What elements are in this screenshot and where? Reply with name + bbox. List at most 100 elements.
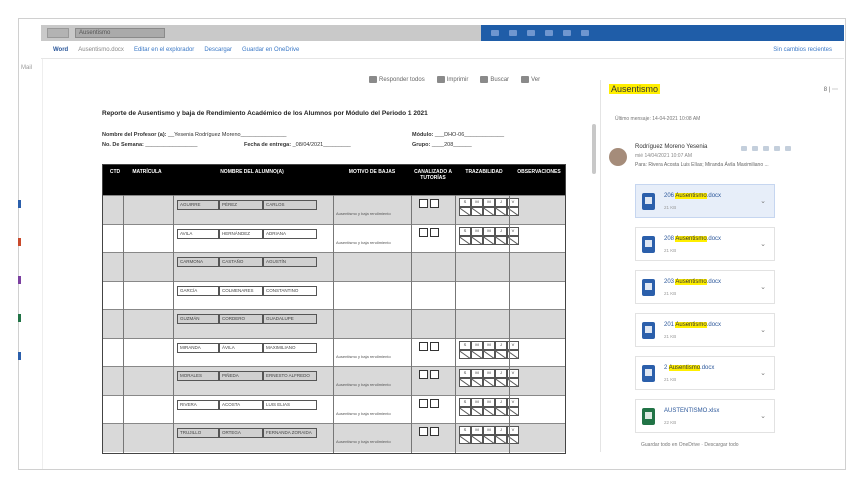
chevron-down-icon[interactable]: ⌄ xyxy=(760,369,766,377)
mail-nav-item[interactable]: Mail xyxy=(19,59,42,77)
grupo-line: Grupo: ____208______ xyxy=(412,142,472,148)
gear-icon[interactable] xyxy=(545,30,553,36)
grid-day-label: M xyxy=(483,226,495,236)
document-page: Reporte de Ausentismo y baja de Rendimie… xyxy=(96,98,581,454)
apellido-materno: ÁVILA xyxy=(219,342,263,353)
checkbox xyxy=(419,341,428,351)
reply-all-icon[interactable] xyxy=(763,146,769,151)
print-button[interactable]: Imprimir xyxy=(436,76,468,83)
col-trazabilidad: TRAZABILIDAD xyxy=(465,169,503,175)
reply-icon[interactable] xyxy=(752,146,758,151)
title-bar: Ausentismo xyxy=(41,25,844,41)
grid-day-label: M xyxy=(483,397,495,407)
grid-cell xyxy=(471,378,483,387)
message-actions xyxy=(741,146,791,151)
attachment-card[interactable]: 208 Ausentismo.docx 21 KB ⌄ xyxy=(635,227,775,261)
apellido-paterno: RIVERA xyxy=(177,399,219,410)
grid-day-label: M xyxy=(471,369,483,378)
avatar[interactable] xyxy=(581,30,589,36)
grid-cell xyxy=(459,406,471,416)
chevron-down-icon[interactable]: ⌄ xyxy=(760,326,766,334)
more-icon[interactable] xyxy=(785,146,791,151)
checkbox xyxy=(430,227,439,237)
marker xyxy=(18,314,21,322)
document-scrollbar[interactable] xyxy=(592,124,596,174)
nombres: CARLOS xyxy=(263,200,317,210)
attachment-card[interactable]: 203 Ausentismo.docx 21 KB ⌄ xyxy=(635,270,775,304)
search-box[interactable]: Ausentismo xyxy=(75,28,165,38)
canalizado-checkboxes xyxy=(419,427,439,436)
grid-cell xyxy=(495,435,507,444)
semana-line: No. De Semana: _________________ xyxy=(102,142,198,148)
recipients: Para: Rivera Acosta Luis Elías; Miranda … xyxy=(635,162,769,168)
col-ctd: CTD xyxy=(109,169,121,175)
word-file-icon xyxy=(642,193,655,210)
attachment-size: 21 KB xyxy=(664,377,677,382)
conversation-subject: Ausentismo xyxy=(609,84,661,94)
save-onedrive-button[interactable]: Guardar en OneDrive xyxy=(242,47,299,53)
attachment-card[interactable]: 201 Ausentismo.docx 21 KB ⌄ xyxy=(635,313,775,347)
status-text: Sin cambios recientes xyxy=(773,46,832,53)
like-icon[interactable] xyxy=(741,146,747,151)
apellido-materno: PÉREZ xyxy=(219,200,263,210)
attachment-card[interactable]: AUSTENTISMO.xlsx 22 KB ⌄ xyxy=(635,399,775,433)
grid-cell xyxy=(459,207,471,216)
chevron-down-icon[interactable]: ⌄ xyxy=(760,240,766,248)
attachments-footer[interactable]: Guardar todo en OneDrive · Descargar tod… xyxy=(641,442,739,448)
find-button[interactable]: Buscar xyxy=(480,76,509,83)
meet-icon[interactable] xyxy=(491,30,499,36)
search-highlight: Ausentismo xyxy=(675,322,707,328)
attachment-size: 21 KB xyxy=(664,248,677,253)
teams-icon[interactable] xyxy=(509,30,517,36)
sender-name[interactable]: Rodríguez Moreno Yesenia xyxy=(635,144,707,150)
checkbox xyxy=(430,370,439,379)
motivo-cell: Ausentismo y baja rendimiento xyxy=(336,439,391,444)
canalizado-checkboxes xyxy=(419,341,439,351)
grid-day-label: S xyxy=(459,426,471,435)
student-name-cells: MIRANDA ÁVILA MAXIMILIANO xyxy=(177,342,317,353)
edit-in-browser-button[interactable]: Editar en el explorador xyxy=(134,47,194,53)
attachment-card[interactable]: 206 Ausentismo.docx 21 KB ⌄ xyxy=(635,184,775,218)
grid-cell xyxy=(459,378,471,387)
grid-day-label: M xyxy=(471,226,483,236)
download-button[interactable]: Descargar xyxy=(204,47,232,53)
search-highlight: Ausentismo xyxy=(675,236,707,242)
back-button[interactable] xyxy=(47,28,69,38)
grid-day-label: M xyxy=(483,198,495,207)
grid-day-label: M xyxy=(471,426,483,435)
reply-all-button[interactable]: Responder todos xyxy=(369,76,425,83)
apellido-materno: CASTAÑO xyxy=(219,257,263,267)
forward-icon[interactable] xyxy=(774,146,780,151)
grid-day-label: S xyxy=(459,198,471,207)
apellido-materno: PIÑEDA xyxy=(219,371,263,381)
nombres: FERNANDA ZORAIDA xyxy=(263,428,317,438)
student-name-cells: MORALES PIÑEDA ERNESTO ALFREDO xyxy=(177,371,317,381)
view-button[interactable]: Ver xyxy=(521,76,540,83)
apellido-materno: ORTEGA xyxy=(219,428,263,438)
chevron-down-icon[interactable]: ⌄ xyxy=(760,197,766,205)
grid-cell xyxy=(495,235,507,245)
checkbox xyxy=(419,398,428,408)
apellido-paterno: MORALES xyxy=(177,371,219,381)
chevron-down-icon[interactable]: ⌄ xyxy=(760,283,766,291)
attachment-name-prefix: AUSTENTISMO xyxy=(664,408,708,414)
help-icon[interactable] xyxy=(563,30,571,36)
grid-day-label: S xyxy=(459,340,471,350)
grid-day-label: M xyxy=(471,340,483,350)
attachment-card[interactable]: 2 Ausentismo.docx 21 KB ⌄ xyxy=(635,356,775,390)
attachment-size: 21 KB xyxy=(664,334,677,339)
grid-cell xyxy=(483,378,495,387)
chevron-down-icon[interactable]: ⌄ xyxy=(760,412,766,420)
attachment-extension: .docx xyxy=(706,236,722,242)
trazabilidad-grid: SMMJV xyxy=(459,340,519,359)
conversation-controls[interactable]: 8 | ⋯ xyxy=(824,86,838,93)
sender-avatar xyxy=(609,148,627,166)
grid-day-label: J xyxy=(495,426,507,435)
marker xyxy=(18,200,21,208)
grid-cell xyxy=(483,349,495,359)
apellido-paterno: MIRANDA xyxy=(177,342,219,353)
motivo-cell: Ausentismo y baja rendimiento xyxy=(336,410,391,416)
grid-cell xyxy=(483,435,495,444)
student-name-cells: AVILA HERNÁNDEZ ADRIANA xyxy=(177,228,317,239)
bell-icon[interactable] xyxy=(527,30,535,36)
